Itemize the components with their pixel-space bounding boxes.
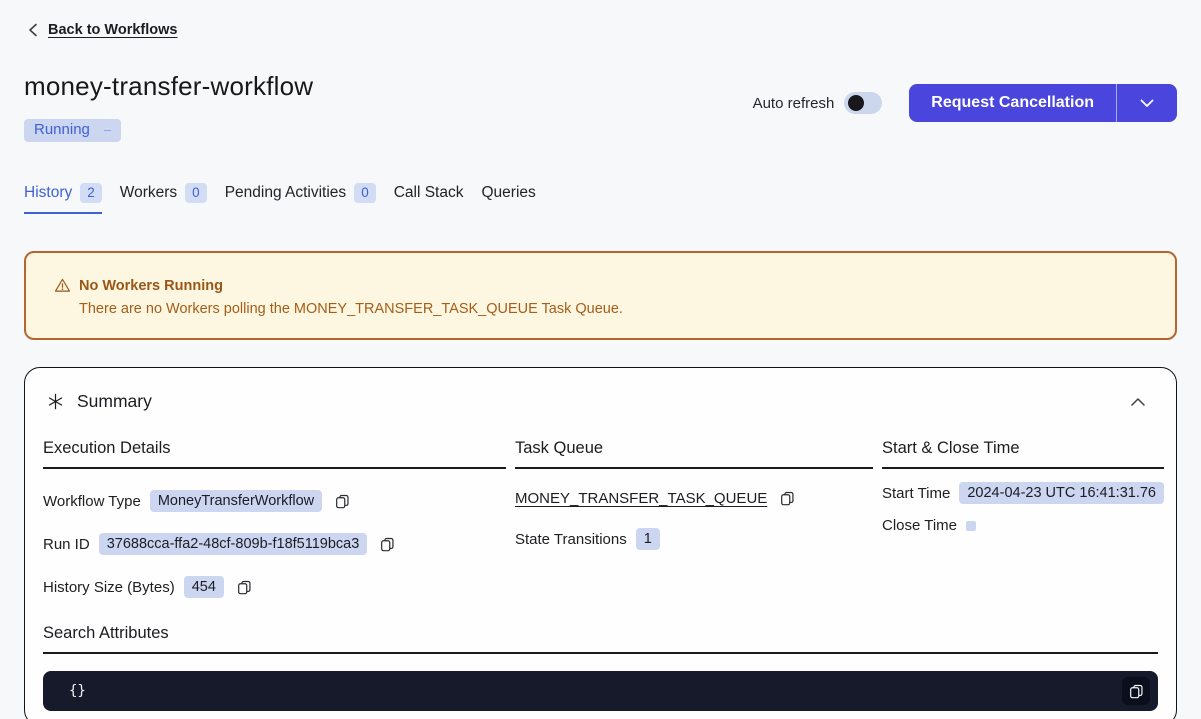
close-time-label: Close Time [882, 517, 957, 534]
run-id-row: Run ID 37688cca-ffa2-48cf-809b-f18f5119b… [43, 533, 506, 555]
workflow-type-label: Workflow Type [43, 493, 141, 510]
code-content: {} [69, 683, 86, 699]
close-time-row: Close Time [882, 517, 1164, 534]
tab-count-badge: 0 [354, 183, 376, 203]
section-heading: Search Attributes [43, 624, 1158, 654]
history-size-label: History Size (Bytes) [43, 579, 175, 596]
back-to-workflows-link[interactable]: Back to Workflows [28, 22, 177, 38]
status-label: Running [34, 121, 90, 138]
no-workers-banner: No Workers Running There are no Workers … [24, 251, 1177, 340]
copy-icon [1129, 684, 1144, 699]
tab-count-badge: 0 [185, 183, 207, 203]
workflow-type-value: MoneyTransferWorkflow [150, 490, 322, 512]
banner-title: No Workers Running [79, 278, 223, 294]
auto-refresh-label: Auto refresh [753, 95, 835, 112]
task-queue-row: MONEY_TRANSFER_TASK_QUEUE [515, 490, 873, 507]
section-heading: Start & Close Time [882, 439, 1164, 469]
section-heading: Execution Details [43, 439, 506, 469]
search-attributes-section: Search Attributes {} [43, 624, 1158, 711]
copy-icon [780, 491, 795, 506]
tab-workers[interactable]: Workers 0 [120, 183, 207, 214]
chevron-down-icon [1140, 99, 1154, 108]
copy-code-button[interactable] [1122, 677, 1150, 705]
back-link-label: Back to Workflows [48, 22, 177, 38]
tab-queries[interactable]: Queries [481, 183, 535, 214]
task-queue-link[interactable]: MONEY_TRANSFER_TASK_QUEUE [515, 490, 767, 507]
section-heading: Task Queue [515, 439, 873, 469]
close-time-empty-value [966, 521, 976, 531]
cancellation-options-button[interactable] [1117, 84, 1177, 122]
copy-workflow-type-button[interactable] [335, 494, 350, 509]
tab-label: Call Stack [394, 184, 464, 202]
tab-count-badge: 2 [80, 183, 102, 203]
history-size-value: 454 [184, 576, 224, 598]
run-id-label: Run ID [43, 536, 90, 553]
start-time-label: Start Time [882, 485, 950, 502]
asterisk-icon [47, 393, 64, 410]
status-badge: Running – [24, 119, 121, 142]
tab-label: Queries [481, 184, 535, 202]
copy-icon [335, 494, 350, 509]
auto-refresh-toggle[interactable] [844, 92, 882, 114]
warning-icon [54, 277, 71, 294]
start-time-row: Start Time 2024-04-23 UTC 16:41:31.76 [882, 482, 1164, 504]
chevron-left-icon [28, 23, 38, 37]
copy-task-queue-button[interactable] [780, 491, 795, 506]
workflow-tabs: History 2 Workers 0 Pending Activities 0… [0, 183, 1201, 214]
request-cancellation-button[interactable]: Request Cancellation [909, 84, 1117, 122]
history-size-row: History Size (Bytes) 454 [43, 576, 506, 598]
tab-history[interactable]: History 2 [24, 183, 102, 214]
workflow-type-row: Workflow Type MoneyTransferWorkflow [43, 490, 506, 512]
page-title: money-transfer-workflow [24, 71, 313, 102]
state-transitions-value: 1 [636, 528, 660, 550]
chevron-up-icon [1130, 397, 1146, 407]
tab-call-stack[interactable]: Call Stack [394, 183, 464, 214]
tab-label: History [24, 184, 72, 202]
state-transitions-row: State Transitions 1 [515, 528, 873, 550]
copy-run-id-button[interactable] [380, 537, 395, 552]
banner-message: There are no Workers polling the MONEY_T… [79, 301, 1147, 317]
run-id-value: 37688cca-ffa2-48cf-809b-f18f5119bca3 [99, 533, 368, 555]
cancellation-split-button: Request Cancellation [909, 84, 1177, 122]
status-detail: – [104, 122, 111, 137]
tab-label: Pending Activities [225, 184, 347, 202]
page-header: money-transfer-workflow Running – Auto r… [0, 71, 1201, 142]
workflow-detail-page: Back to Workflows money-transfer-workflo… [0, 0, 1201, 719]
start-close-time-section: Start & Close Time Start Time 2024-04-23… [882, 439, 1164, 598]
start-time-value: 2024-04-23 UTC 16:41:31.76 [959, 482, 1164, 504]
summary-title: Summary [77, 391, 152, 412]
copy-history-size-button[interactable] [237, 580, 252, 595]
execution-details-section: Execution Details Workflow Type MoneyTra… [43, 439, 506, 598]
tab-pending-activities[interactable]: Pending Activities 0 [225, 183, 376, 214]
copy-icon [237, 580, 252, 595]
collapse-summary-button[interactable] [1126, 393, 1150, 411]
copy-icon [380, 537, 395, 552]
toggle-knob [848, 95, 864, 111]
task-queue-section: Task Queue MONEY_TRANSFER_TASK_QUEUE Sta… [515, 439, 873, 598]
search-attributes-code: {} [43, 671, 1158, 711]
tab-label: Workers [120, 184, 177, 202]
state-transitions-label: State Transitions [515, 531, 627, 548]
summary-card: Summary Execution Details Workflow Type … [24, 367, 1177, 719]
